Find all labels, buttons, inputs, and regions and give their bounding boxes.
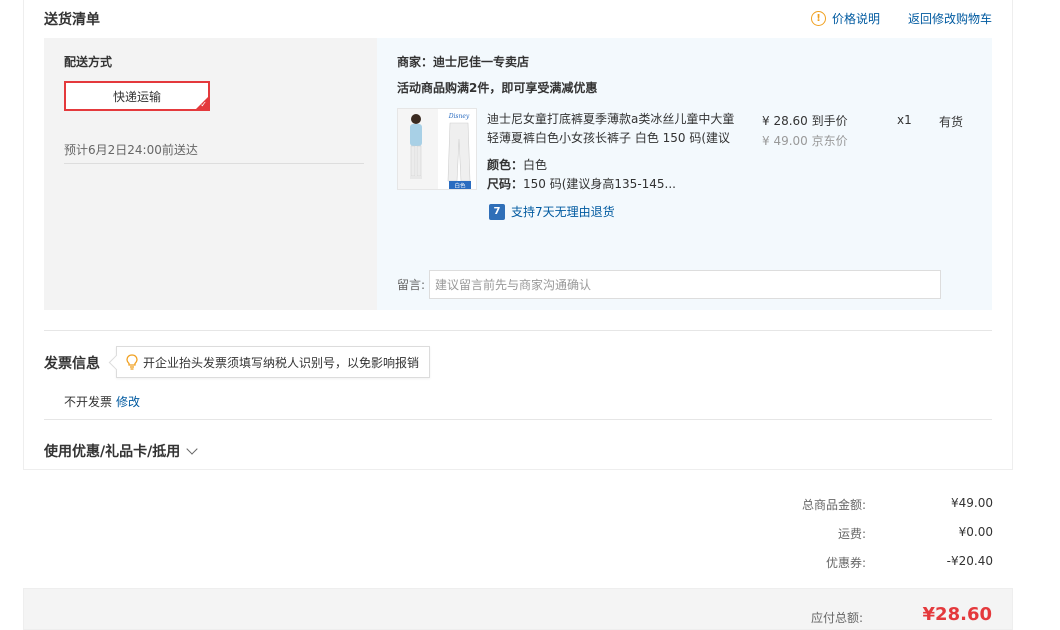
thumb-brand-text: Disney [448,113,470,120]
merchant-name: 迪士尼佳一专卖店 [433,55,530,69]
seven-day-return-icon: 7 [489,203,505,220]
order-card: 送货清单 ! 价格说明 返回修改购物车 配送方式 快递运输 ✓ 预计6月2日24… [23,0,1013,470]
promo-text: 活动商品购满2件，即可享受满减优惠 [397,81,598,95]
section-divider [44,330,992,331]
warning-icon: ! [810,11,826,26]
invoice-title: 发票信息 [44,356,100,372]
invoice-edit-link[interactable]: 修改 [116,395,140,409]
product-color: 颜色：白色 [487,156,547,173]
return-policy-tag[interactable]: 7 支持7天无理由退货 [489,203,615,220]
summary-label: 运费: [837,527,866,541]
quantity: x1 [897,113,912,127]
invoice-tip-text: 开企业抬头发票须填写纳税人识别号，以免影响报销 [143,355,420,370]
shipping-divider [64,163,364,164]
summary-label: 优惠券: [825,556,866,570]
delivery-box: 配送方式 快递运输 ✓ 预计6月2日24:00前送达 商家：迪士尼佳一专卖店 活… [44,38,992,310]
original-price: ¥ 49.00 京东价 [762,134,848,148]
product-size: 尺码：150 码(建议身高135-145... [487,175,676,192]
thumb-color-tag: 白色 [454,182,466,190]
size-value: 150 码(建议身高135-145... [523,177,676,191]
checkmark-icon: ✓ [200,100,207,109]
invoice-status: 不开发票 [64,395,113,409]
header-links: ! 价格说明 返回修改购物车 [810,10,992,27]
merchant-label: 商家： [397,55,434,69]
coupon-toggle[interactable]: 使用优惠/礼品卡/抵用 [44,441,198,461]
coupon-title: 使用优惠/礼品卡/抵用 [44,444,181,460]
note-input[interactable] [429,270,941,299]
delivery-eta: 预计6月2日24:00前送达 [64,143,198,157]
stock-status: 有货 [939,115,964,129]
chevron-down-icon [186,443,198,455]
invoice-tip: 开企业抬头发票须填写纳税人识别号，以免影响报销 [116,346,431,378]
shipping-method-button[interactable]: 快递运输 ✓ [64,81,210,111]
return-policy-label: 支持7天无理由退货 [511,205,615,219]
invoice-status-row: 不开发票 修改 [64,393,140,410]
shipping-method-label: 快递运输 [112,89,161,104]
delivery-list-title: 送货清单 [44,12,100,28]
price-info-label: 价格说明 [831,12,880,26]
color-label: 颜色： [487,158,524,172]
total-value: ¥28.60 [922,604,992,625]
shipping-panel: 配送方式 快递运输 ✓ 预计6月2日24:00前送达 [44,38,377,310]
total-bar: 应付总额: ¥28.60 [23,588,1013,630]
lightbulb-icon [125,354,139,370]
note-label: 留言: [397,278,426,292]
size-label: 尺码： [487,177,524,191]
summary-value: -¥20.40 [946,554,993,568]
summary-value: ¥49.00 [951,496,993,510]
back-to-cart-link[interactable]: 返回修改购物车 [908,10,992,27]
order-items-panel: 商家：迪士尼佳一专卖店 活动商品购满2件，即可享受满减优惠 Disney 白色 [377,38,992,310]
price-info-link[interactable]: ! 价格说明 [810,10,880,27]
product-name[interactable]: 迪士尼女童打底裤夏季薄款a类冰丝儿童中大童轻薄夏裤白色小女孩长裤子 白色 150… [487,110,737,148]
product-thumbnail[interactable]: Disney 白色 [397,108,477,190]
product-image-icon: Disney 白色 [398,109,476,190]
section-divider [44,419,992,420]
total-label: 应付总额: [810,611,863,625]
merchant-row: 商家：迪士尼佳一专卖店 [397,53,529,70]
summary-label: 总商品金额: [801,498,866,512]
color-value: 白色 [523,158,548,172]
summary-value: ¥0.00 [958,525,993,539]
shipping-title: 配送方式 [64,55,113,69]
final-price: ¥ 28.60 到手价 [762,114,848,128]
